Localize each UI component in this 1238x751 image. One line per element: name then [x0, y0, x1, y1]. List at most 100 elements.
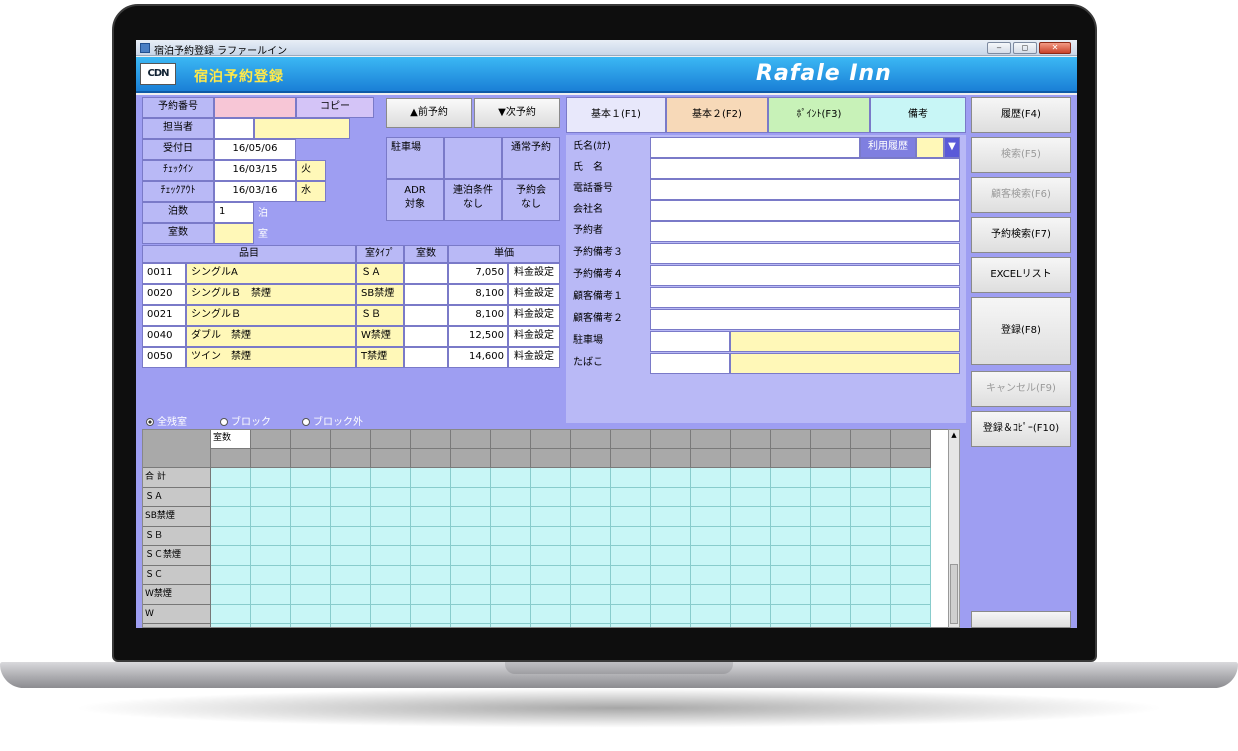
grid-cell[interactable]: [771, 604, 811, 624]
tab-basic-2[interactable]: 基本２(F2): [666, 97, 768, 133]
grid-cell[interactable]: [611, 585, 651, 605]
scroll-thumb[interactable]: [950, 564, 958, 624]
grid-cell[interactable]: [731, 546, 771, 566]
tab-basic-1[interactable]: 基本１(F1): [566, 97, 666, 133]
grid-cell[interactable]: [291, 468, 331, 488]
grid-cell[interactable]: [531, 526, 571, 546]
grid-cell[interactable]: [891, 507, 931, 527]
grid-cell[interactable]: [491, 487, 531, 507]
grid-cell[interactable]: [251, 487, 291, 507]
smoking-field[interactable]: [730, 353, 960, 374]
checkin-date-field[interactable]: 16/03/15: [214, 160, 296, 181]
grid-cell[interactable]: [331, 546, 371, 566]
grid-cell[interactable]: [691, 546, 731, 566]
grid-cell[interactable]: [651, 487, 691, 507]
grid-cell[interactable]: [891, 565, 931, 585]
grid-cell[interactable]: [491, 546, 531, 566]
grid-cell[interactable]: [331, 565, 371, 585]
grid-cell[interactable]: [651, 624, 691, 627]
checkout-date-field[interactable]: 16/03/16: [214, 181, 296, 202]
grid-cell[interactable]: [411, 604, 451, 624]
room-count-field[interactable]: [404, 263, 448, 284]
grid-cell[interactable]: [371, 604, 411, 624]
scroll-up-icon[interactable]: ▲: [949, 430, 959, 440]
grid-cell[interactable]: [491, 585, 531, 605]
grid-cell[interactable]: [291, 487, 331, 507]
grid-cell[interactable]: [451, 468, 491, 488]
grid-cell[interactable]: [571, 468, 611, 488]
usage-history-field[interactable]: [916, 137, 944, 158]
grid-cell[interactable]: [891, 487, 931, 507]
room-count-field[interactable]: [404, 284, 448, 305]
grid-cell[interactable]: [651, 565, 691, 585]
grid-cell[interactable]: [571, 604, 611, 624]
copy-button[interactable]: コピー: [296, 97, 374, 118]
grid-cell[interactable]: [771, 546, 811, 566]
grid-cell[interactable]: [731, 604, 771, 624]
rate-setting-button[interactable]: 料金設定: [508, 305, 560, 326]
grid-cell[interactable]: [571, 487, 611, 507]
grid-cell[interactable]: [291, 565, 331, 585]
grid-cell[interactable]: [291, 507, 331, 527]
grid-cell[interactable]: [331, 468, 371, 488]
grid-cell[interactable]: [491, 468, 531, 488]
grid-cell[interactable]: [211, 487, 251, 507]
grid-cell[interactable]: [531, 604, 571, 624]
grid-cell[interactable]: [331, 507, 371, 527]
grid-cell[interactable]: [651, 507, 691, 527]
company-field[interactable]: [650, 200, 960, 221]
rate-setting-button[interactable]: 料金設定: [508, 263, 560, 284]
room-count-field[interactable]: [404, 305, 448, 326]
grid-cell[interactable]: [251, 546, 291, 566]
grid-cell[interactable]: [571, 585, 611, 605]
maximize-button[interactable]: ◻: [1013, 42, 1037, 54]
grid-cell[interactable]: [251, 604, 291, 624]
grid-cell[interactable]: [691, 507, 731, 527]
chevron-down-icon[interactable]: ▼: [944, 137, 960, 158]
grid-cell[interactable]: [891, 546, 931, 566]
grid-cell[interactable]: [891, 604, 931, 624]
room-count-field[interactable]: [404, 326, 448, 347]
grid-cell[interactable]: [771, 487, 811, 507]
booker-field[interactable]: [650, 221, 960, 242]
grid-cell[interactable]: [211, 624, 251, 627]
register-button[interactable]: 登録(F8): [971, 297, 1071, 365]
grid-cell[interactable]: [371, 526, 411, 546]
grid-cell[interactable]: [211, 468, 251, 488]
excel-list-button[interactable]: EXCELリスト: [971, 257, 1071, 293]
minimize-button[interactable]: ‒: [987, 42, 1011, 54]
grid-cell[interactable]: [611, 507, 651, 527]
grid-cell[interactable]: [211, 507, 251, 527]
grid-cell[interactable]: [491, 565, 531, 585]
grid-cell[interactable]: [291, 624, 331, 627]
grid-cell[interactable]: [371, 507, 411, 527]
cancel-button[interactable]: キャンセル(F9): [971, 371, 1071, 407]
grid-cell[interactable]: [531, 468, 571, 488]
grid-cell[interactable]: [731, 526, 771, 546]
grid-cell[interactable]: [531, 507, 571, 527]
grid-cell[interactable]: [651, 585, 691, 605]
grid-cell[interactable]: [451, 526, 491, 546]
grid-cell[interactable]: [891, 468, 931, 488]
grid-cell[interactable]: [731, 565, 771, 585]
search-button[interactable]: 検索(F5): [971, 137, 1071, 173]
grid-cell[interactable]: [211, 565, 251, 585]
grid-cell[interactable]: [611, 487, 651, 507]
staff-code-field[interactable]: [214, 118, 254, 139]
grid-cell[interactable]: [771, 585, 811, 605]
rate-setting-button[interactable]: 料金設定: [508, 347, 560, 368]
grid-cell[interactable]: [451, 624, 491, 627]
grid-cell[interactable]: [731, 468, 771, 488]
grid-cell[interactable]: [411, 468, 451, 488]
grid-cell[interactable]: [811, 565, 851, 585]
grid-cell[interactable]: [371, 585, 411, 605]
grid-cell[interactable]: [211, 604, 251, 624]
grid-cell[interactable]: [771, 507, 811, 527]
grid-cell[interactable]: [851, 507, 891, 527]
name-field[interactable]: [650, 158, 960, 179]
availability-grid[interactable]: 室数合 計ＳＡSB禁煙ＳＢＳＣ禁煙ＳＣW禁煙WT禁煙T: [142, 429, 954, 628]
grid-cell[interactable]: [251, 624, 291, 627]
grid-cell[interactable]: [731, 507, 771, 527]
rate-setting-button[interactable]: 料金設定: [508, 284, 560, 305]
reception-date-field[interactable]: 16/05/06: [214, 139, 296, 160]
